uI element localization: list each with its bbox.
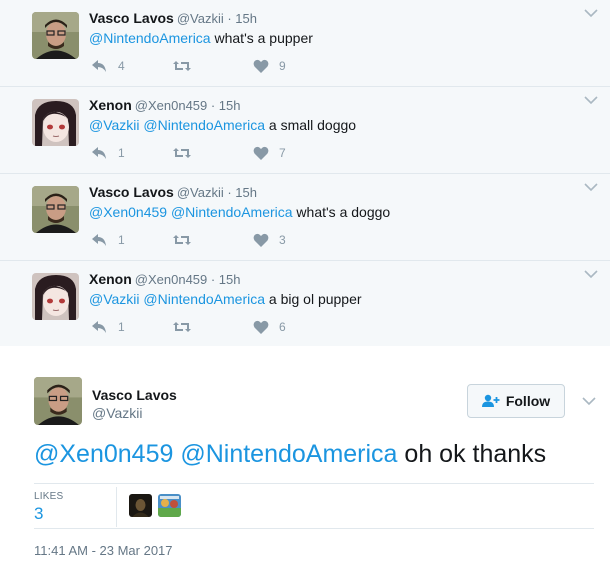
reply-icon xyxy=(92,60,106,72)
mention-links[interactable]: @Vazkii @NintendoAmerica xyxy=(89,117,265,133)
like-count: 7 xyxy=(279,146,286,160)
retweet-icon xyxy=(173,148,191,158)
reply-action[interactable]: 1 xyxy=(91,318,125,336)
reply-count: 1 xyxy=(118,146,125,160)
like-action[interactable]: 7 xyxy=(253,144,286,162)
vasco-avatar[interactable] xyxy=(32,12,79,59)
likes-label: LIKES xyxy=(34,491,64,502)
tweet-text: @Xen0n459 @NintendoAmerica what's a dogg… xyxy=(89,204,390,220)
vasco-avatar[interactable] xyxy=(34,377,82,425)
chevron-down-icon[interactable] xyxy=(584,95,598,105)
reply-tweet[interactable]: Xenon @Xen0n459 · 15h @Vazkii @NintendoAm… xyxy=(0,261,610,347)
reply-action[interactable]: 1 xyxy=(91,231,125,249)
retweet-action[interactable] xyxy=(172,318,192,336)
author-meta: @Xen0n459 · 15h xyxy=(134,98,241,113)
chevron-down-icon[interactable] xyxy=(584,8,598,18)
tweet-timestamp[interactable]: 11:41 AM - 23 Mar 2017 xyxy=(34,543,173,558)
tweet-body: oh ok thanks xyxy=(397,440,547,468)
like-action[interactable]: 6 xyxy=(253,318,286,336)
author-meta: @Vazkii · 15h xyxy=(176,11,257,26)
likes-count[interactable]: 3 xyxy=(34,504,43,524)
main-tweet: Vasco Lavos @Vazkii Follow @Xen0n459 @Ni… xyxy=(0,346,610,567)
reply-action[interactable]: 1 xyxy=(91,144,125,162)
stats-divider xyxy=(116,487,117,527)
like-count: 9 xyxy=(279,59,286,73)
tweet-body: a big ol pupper xyxy=(265,291,362,307)
tweet-text: @Vazkii @NintendoAmerica a small doggo xyxy=(89,117,356,133)
reply-icon xyxy=(92,147,106,159)
mention-links[interactable]: @Xen0n459 @NintendoAmerica xyxy=(89,204,293,220)
tweet-header: Vasco Lavos @Vazkii · 15h xyxy=(89,10,257,26)
retweet-action[interactable] xyxy=(172,144,192,162)
tweet-actions: 4 9 xyxy=(89,57,329,75)
chevron-down-icon[interactable] xyxy=(582,396,596,406)
author-handle[interactable]: @Vazkii xyxy=(92,405,143,421)
author-meta: @Vazkii · 15h xyxy=(176,185,257,200)
mention-links[interactable]: @Vazkii @NintendoAmerica xyxy=(89,291,265,307)
liker-avatar[interactable] xyxy=(158,494,181,517)
retweet-action[interactable] xyxy=(172,231,192,249)
tweet-actions: 1 3 xyxy=(89,231,329,249)
author-name[interactable]: Vasco Lavos xyxy=(89,184,174,200)
chevron-down-icon[interactable] xyxy=(584,182,598,192)
reply-count: 1 xyxy=(118,233,125,247)
heart-icon xyxy=(253,233,269,247)
tweet-text: @Xen0n459 @NintendoAmerica oh ok thanks xyxy=(34,440,546,469)
tweet-body: a small doggo xyxy=(265,117,357,133)
like-action[interactable]: 3 xyxy=(253,231,286,249)
reply-tweet[interactable]: Xenon @Xen0n459 · 15h @Vazkii @NintendoAm… xyxy=(0,87,610,174)
retweet-icon xyxy=(173,235,191,245)
author-meta: @Xen0n459 · 15h xyxy=(134,272,241,287)
heart-icon xyxy=(253,59,269,73)
tweet-text: @Vazkii @NintendoAmerica a big ol pupper xyxy=(89,291,362,307)
author-name[interactable]: Xenon xyxy=(89,271,132,287)
reply-count: 1 xyxy=(118,320,125,334)
mention-links[interactable]: @Xen0n459 @NintendoAmerica xyxy=(34,440,397,468)
follow-label: Follow xyxy=(505,393,551,409)
retweet-action[interactable] xyxy=(172,57,192,75)
retweet-icon xyxy=(173,61,191,71)
reply-action[interactable]: 4 xyxy=(91,57,125,75)
mention-links[interactable]: @NintendoAmerica xyxy=(89,30,211,46)
liker-avatar[interactable] xyxy=(129,494,152,517)
xenon-avatar[interactable] xyxy=(32,99,79,146)
like-action[interactable]: 9 xyxy=(253,57,286,75)
tweet-header: Xenon @Xen0n459 · 15h xyxy=(89,97,241,113)
add-user-icon xyxy=(481,394,500,407)
tweet-body: what's a pupper xyxy=(210,30,313,46)
heart-icon xyxy=(253,320,269,334)
tweet-header: Vasco Lavos @Vazkii · 15h xyxy=(89,184,257,200)
like-count: 3 xyxy=(279,233,286,247)
tweet-text: @NintendoAmerica what's a pupper xyxy=(89,30,313,46)
tweet-actions: 1 6 xyxy=(89,318,329,336)
author-name[interactable]: Vasco Lavos xyxy=(92,387,177,403)
reply-icon xyxy=(92,321,106,333)
tweet-stats: LIKES 3 xyxy=(34,483,594,529)
xenon-avatar[interactable] xyxy=(32,273,79,320)
tweet-body: what's a doggo xyxy=(292,204,391,220)
author-name[interactable]: Xenon xyxy=(89,97,132,113)
reply-tweet[interactable]: Vasco Lavos @Vazkii · 15h @NintendoAmeric… xyxy=(0,0,610,87)
author-name[interactable]: Vasco Lavos xyxy=(89,10,174,26)
like-count: 6 xyxy=(279,320,286,334)
follow-button[interactable]: Follow xyxy=(467,384,565,418)
vasco-avatar[interactable] xyxy=(32,186,79,233)
reply-count: 4 xyxy=(118,59,125,73)
tweet-header: Xenon @Xen0n459 · 15h xyxy=(89,271,241,287)
tweet-actions: 1 7 xyxy=(89,144,329,162)
retweet-icon xyxy=(173,322,191,332)
reply-tweet[interactable]: Vasco Lavos @Vazkii · 15h @Xen0n459 @Nint… xyxy=(0,174,610,261)
heart-icon xyxy=(253,146,269,160)
reply-icon xyxy=(92,234,106,246)
chevron-down-icon[interactable] xyxy=(584,269,598,279)
